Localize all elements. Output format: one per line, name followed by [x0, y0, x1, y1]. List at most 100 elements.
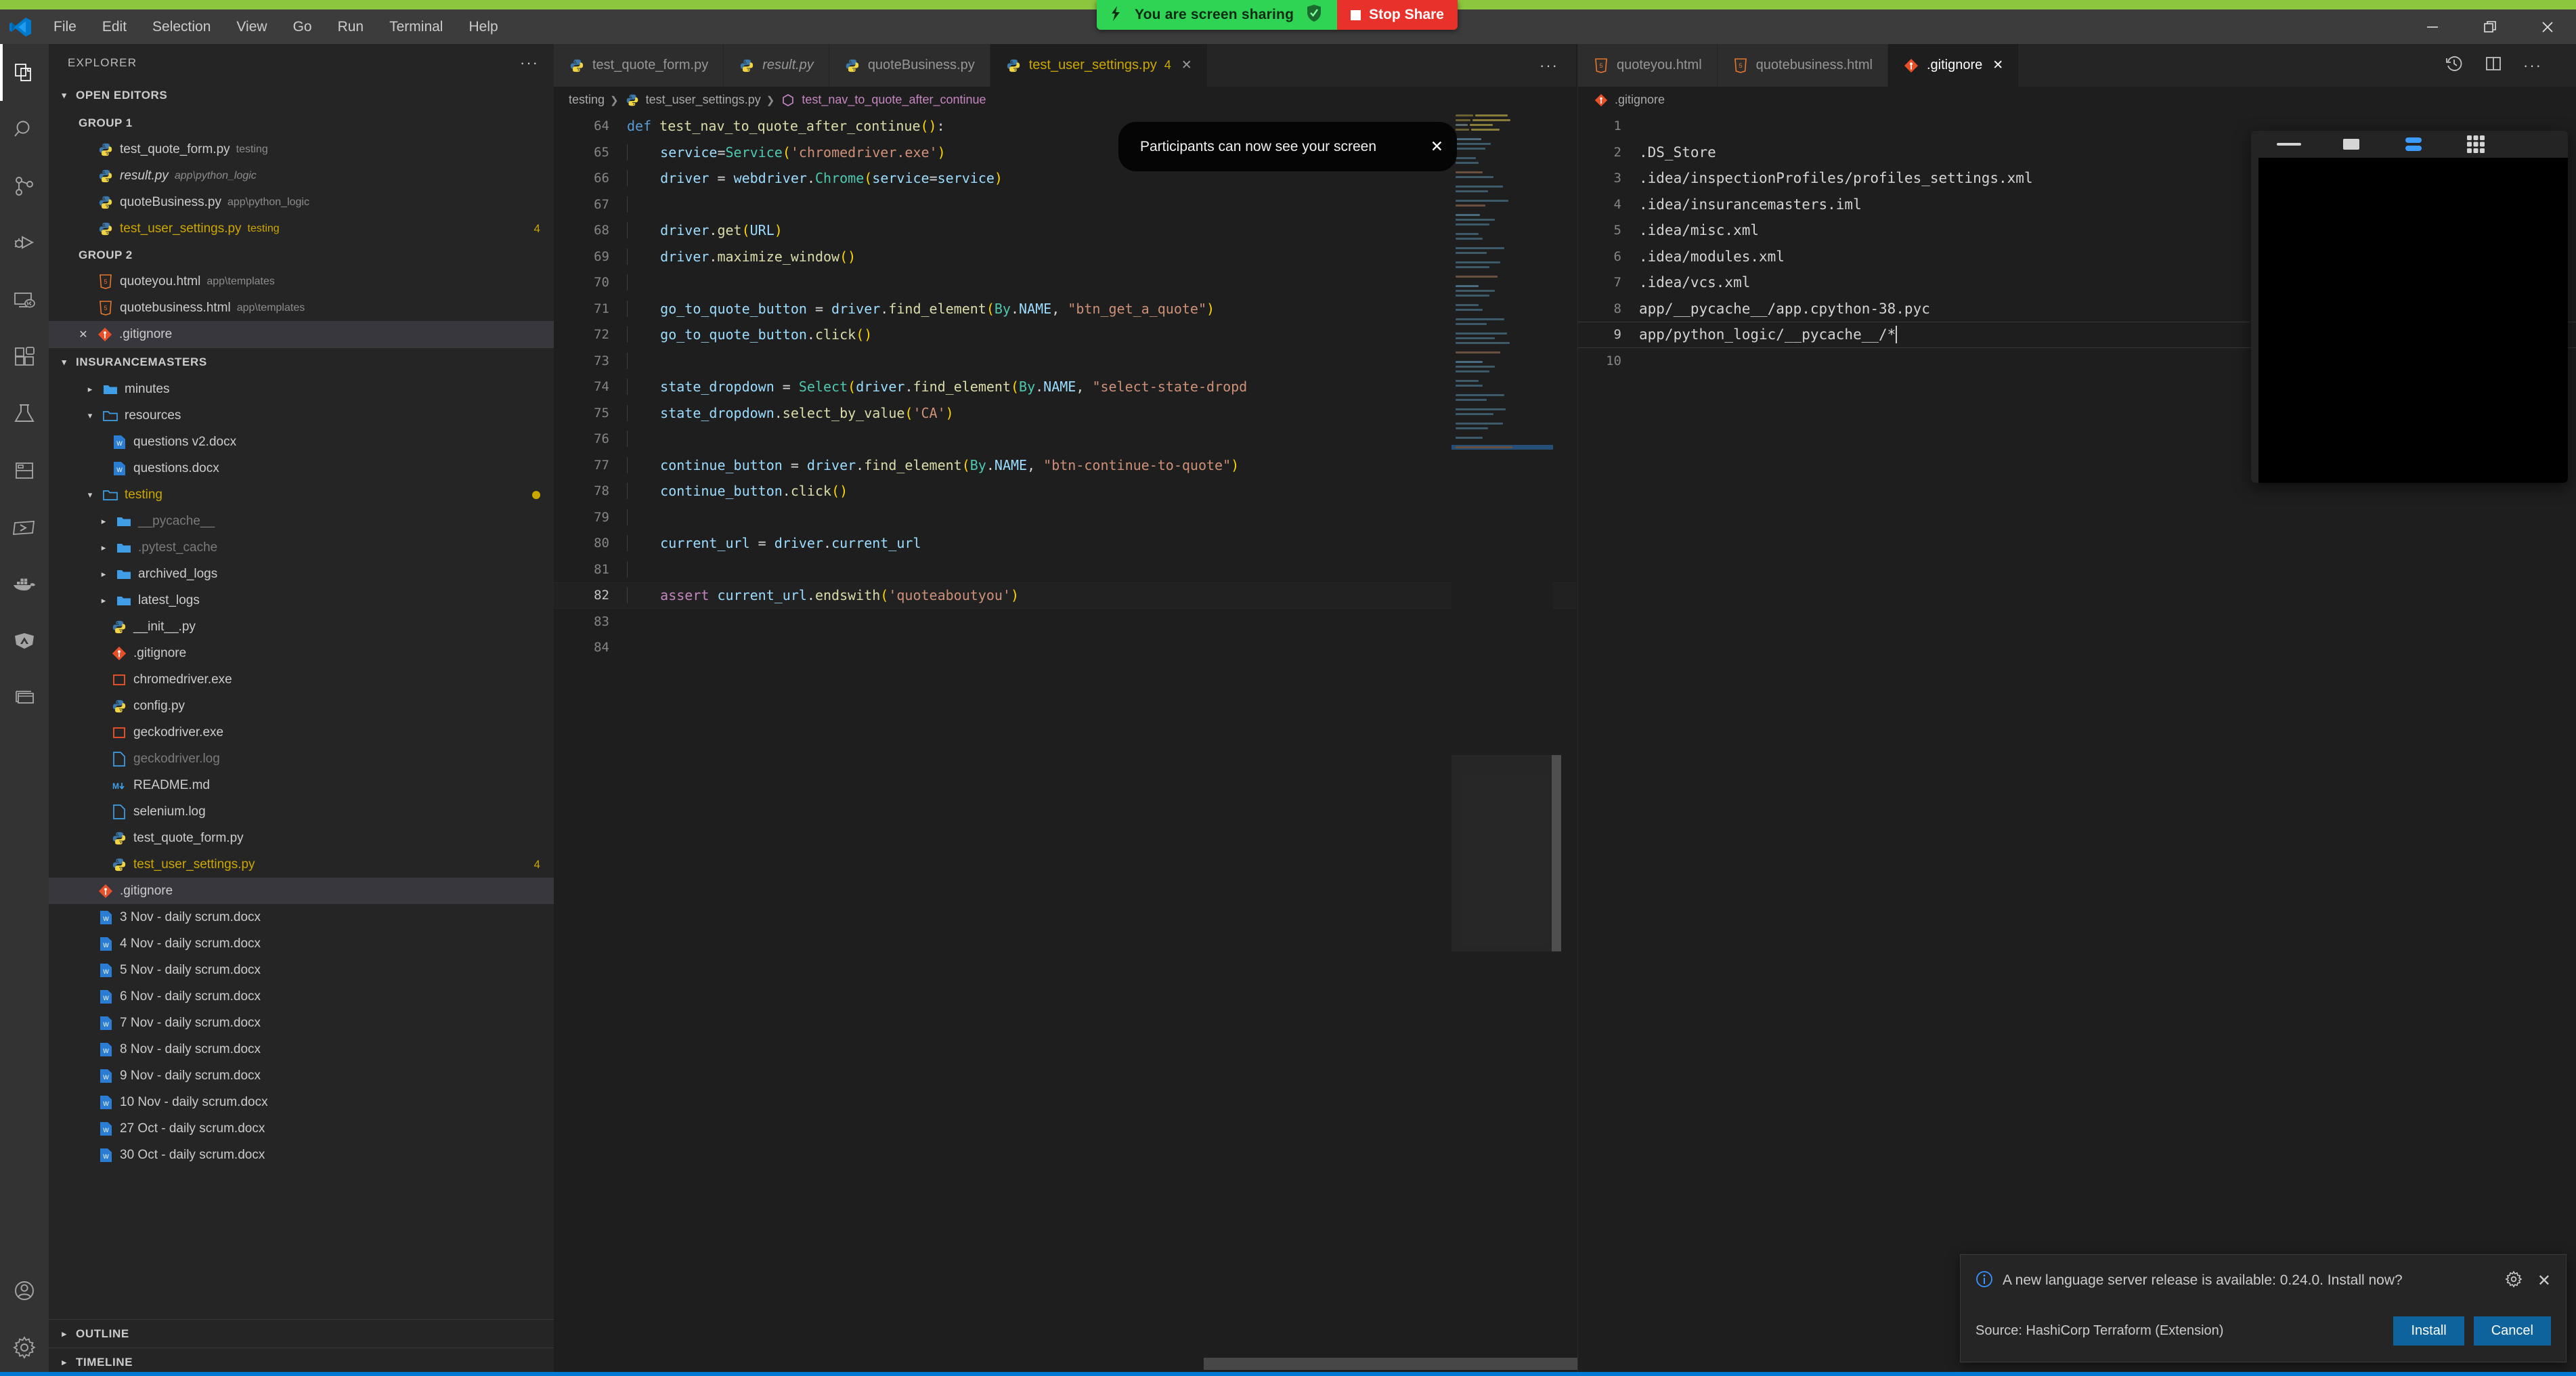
- menu-terminal[interactable]: Terminal: [376, 9, 456, 44]
- tab-quoteyou-html[interactable]: 5 quoteyou.html: [1578, 44, 1718, 87]
- open-editor-gitignore[interactable]: ✕ .gitignore: [49, 321, 554, 347]
- activity-explorer[interactable]: [0, 44, 49, 101]
- tree-item-archived-logs[interactable]: ▸ archived_logs: [49, 561, 554, 587]
- tab-test-quote-form[interactable]: test_quote_form.py: [554, 44, 724, 87]
- activity-extensions[interactable]: [0, 328, 49, 385]
- activity-settings[interactable]: [0, 1319, 49, 1376]
- install-button[interactable]: Install: [2393, 1316, 2464, 1346]
- activity-docker[interactable]: [0, 556, 49, 613]
- window-mode-icon[interactable]: [2320, 131, 2382, 158]
- tree-item-latest-logs[interactable]: ▸ latest_logs: [49, 587, 554, 614]
- tab-gitignore[interactable]: .gitignore ✕: [1887, 44, 2020, 87]
- menu-file[interactable]: File: [41, 9, 89, 44]
- menu-edit[interactable]: Edit: [89, 9, 139, 44]
- maximize-restore-button[interactable]: [2461, 9, 2518, 44]
- tree-item-chromedriver-exe[interactable]: chromedriver.exe: [49, 666, 554, 693]
- gear-icon[interactable]: [2505, 1270, 2523, 1291]
- chevron-down-icon[interactable]: ▾: [84, 490, 96, 500]
- tree-item-minutes[interactable]: ▸ minutes: [49, 376, 554, 402]
- activity-azure[interactable]: [0, 499, 49, 556]
- breadcrumb-file[interactable]: test_user_settings.py: [646, 93, 761, 107]
- close-tooltip-icon[interactable]: ✕: [1431, 137, 1443, 156]
- section-open-editors[interactable]: ▾ OPEN EDITORS: [49, 81, 554, 110]
- stop-share-button[interactable]: Stop Share: [1337, 0, 1458, 30]
- tree-item-gitignore-root[interactable]: .gitignore: [49, 878, 554, 904]
- chevron-down-icon[interactable]: ▾: [84, 410, 96, 421]
- tree-item-scrum-5nov[interactable]: W 5 Nov - daily scrum.docx: [49, 957, 554, 983]
- tree-item-scrum-7nov[interactable]: W 7 Nov - daily scrum.docx: [49, 1010, 554, 1036]
- tab-quotebusiness-html[interactable]: 5 quotebusiness.html: [1717, 44, 1888, 87]
- tree-item-resources[interactable]: ▾ resources: [49, 402, 554, 429]
- activity-accounts[interactable]: [0, 1262, 49, 1319]
- open-editor-quotebusiness-html[interactable]: 5 quotebusiness.html app\templates: [49, 295, 554, 321]
- tree-item-scrum-10nov[interactable]: W 10 Nov - daily scrum.docx: [49, 1089, 554, 1115]
- minimap[interactable]: [1451, 113, 1553, 1376]
- tree-item-scrum-6nov[interactable]: W 6 Nov - daily scrum.docx: [49, 983, 554, 1010]
- chevron-right-icon[interactable]: ▸: [97, 542, 110, 553]
- minimize-button[interactable]: [2403, 9, 2461, 44]
- activity-atlassian[interactable]: [0, 613, 49, 670]
- more-actions-icon[interactable]: ···: [2523, 57, 2542, 74]
- open-editor-quoteyou-html[interactable]: 5 quoteyou.html app\templates: [49, 268, 554, 295]
- tree-item-scrum-30oct[interactable]: W 30 Oct - daily scrum.docx: [49, 1142, 554, 1168]
- explorer-more-actions-icon[interactable]: ···: [520, 54, 539, 72]
- tree-item-questions[interactable]: W questions.docx: [49, 455, 554, 481]
- tree-item-scrum-3nov[interactable]: W 3 Nov - daily scrum.docx: [49, 904, 554, 930]
- section-workspace[interactable]: ▾ INSURANCEMASTERS: [49, 347, 554, 376]
- shared-screen-video[interactable]: [2258, 158, 2568, 483]
- chevron-right-icon[interactable]: ▸: [84, 384, 96, 395]
- layout-rows-icon[interactable]: [2382, 131, 2445, 158]
- tree-item-pycache[interactable]: ▸ __pycache__: [49, 508, 554, 534]
- chevron-right-icon[interactable]: ▸: [97, 569, 110, 580]
- tree-item-scrum-27oct[interactable]: W 27 Oct - daily scrum.docx: [49, 1115, 554, 1142]
- tree-item-test-quote-form-py[interactable]: test_quote_form.py: [49, 825, 554, 851]
- tree-item-questions-v2[interactable]: W questions v2.docx: [49, 429, 554, 455]
- activity-testing[interactable]: [0, 385, 49, 442]
- menu-go[interactable]: Go: [280, 9, 325, 44]
- close-editor-icon[interactable]: ✕: [76, 328, 91, 341]
- open-editor-test-user-settings[interactable]: test_user_settings.py testing 4: [49, 215, 554, 242]
- history-icon[interactable]: [2445, 54, 2464, 77]
- activity-database[interactable]: [0, 670, 49, 727]
- more-actions-icon[interactable]: ···: [1540, 57, 1558, 74]
- close-tab-icon[interactable]: ✕: [1992, 58, 2003, 73]
- tree-item-geckodriver-log[interactable]: geckodriver.log: [49, 746, 554, 772]
- close-tab-icon[interactable]: ✕: [1181, 58, 1192, 73]
- menu-selection[interactable]: Selection: [139, 9, 223, 44]
- tree-item-testing[interactable]: ▾ testing: [49, 481, 554, 508]
- tree-item-config-py[interactable]: config.py: [49, 693, 554, 719]
- open-editor-result[interactable]: result.py app\python_logic: [49, 163, 554, 189]
- close-window-button[interactable]: [2518, 9, 2576, 44]
- breadcrumb-file[interactable]: .gitignore: [1615, 93, 1665, 107]
- open-editor-test-quote-form[interactable]: test_quote_form.py testing: [49, 136, 554, 163]
- drag-handle-icon[interactable]: [2258, 131, 2320, 158]
- code-editor-group-1[interactable]: 64 def test_nav_to_quote_after_continue()…: [554, 113, 1576, 1376]
- menu-view[interactable]: View: [223, 9, 280, 44]
- close-notification-icon[interactable]: ✕: [2537, 1271, 2551, 1291]
- tab-quote-business[interactable]: quoteBusiness.py: [829, 44, 990, 87]
- tree-item-init-py[interactable]: __init__.py: [49, 614, 554, 640]
- split-editor-icon[interactable]: [2484, 54, 2503, 77]
- tree-item-scrum-8nov[interactable]: W 8 Nov - daily scrum.docx: [49, 1036, 554, 1062]
- tree-item-test-user-settings-py[interactable]: test_user_settings.py 4: [49, 851, 554, 878]
- menu-help[interactable]: Help: [456, 9, 510, 44]
- menu-run[interactable]: Run: [325, 9, 377, 44]
- tab-result[interactable]: result.py: [724, 44, 829, 87]
- vertical-scrollbar[interactable]: [1552, 755, 1561, 951]
- chevron-right-icon[interactable]: ▸: [97, 595, 110, 606]
- tree-item-scrum-4nov[interactable]: W 4 Nov - daily scrum.docx: [49, 930, 554, 957]
- chevron-right-icon[interactable]: ▸: [97, 516, 110, 527]
- tree-item-selenium-log[interactable]: selenium.log: [49, 798, 554, 825]
- tree-item-readme-md[interactable]: M README.md: [49, 772, 554, 798]
- tree-item-gitignore-testing[interactable]: .gitignore: [49, 640, 554, 666]
- activity-source-control[interactable]: [0, 158, 49, 215]
- tab-test-user-settings[interactable]: test_user_settings.py 4 ✕: [990, 44, 1208, 87]
- grid-view-icon[interactable]: [2445, 131, 2507, 158]
- open-editor-quote-business[interactable]: quoteBusiness.py app\python_logic: [49, 189, 554, 215]
- breadcrumb-symbol[interactable]: test_nav_to_quote_after_continue: [802, 93, 986, 107]
- breadcrumb-folder[interactable]: testing: [569, 93, 605, 107]
- tree-item-geckodriver-exe[interactable]: geckodriver.exe: [49, 719, 554, 746]
- tree-item-scrum-9nov[interactable]: W 9 Nov - daily scrum.docx: [49, 1062, 554, 1089]
- section-outline[interactable]: ▸ OUTLINE: [49, 1319, 554, 1348]
- activity-live-preview[interactable]: [0, 442, 49, 499]
